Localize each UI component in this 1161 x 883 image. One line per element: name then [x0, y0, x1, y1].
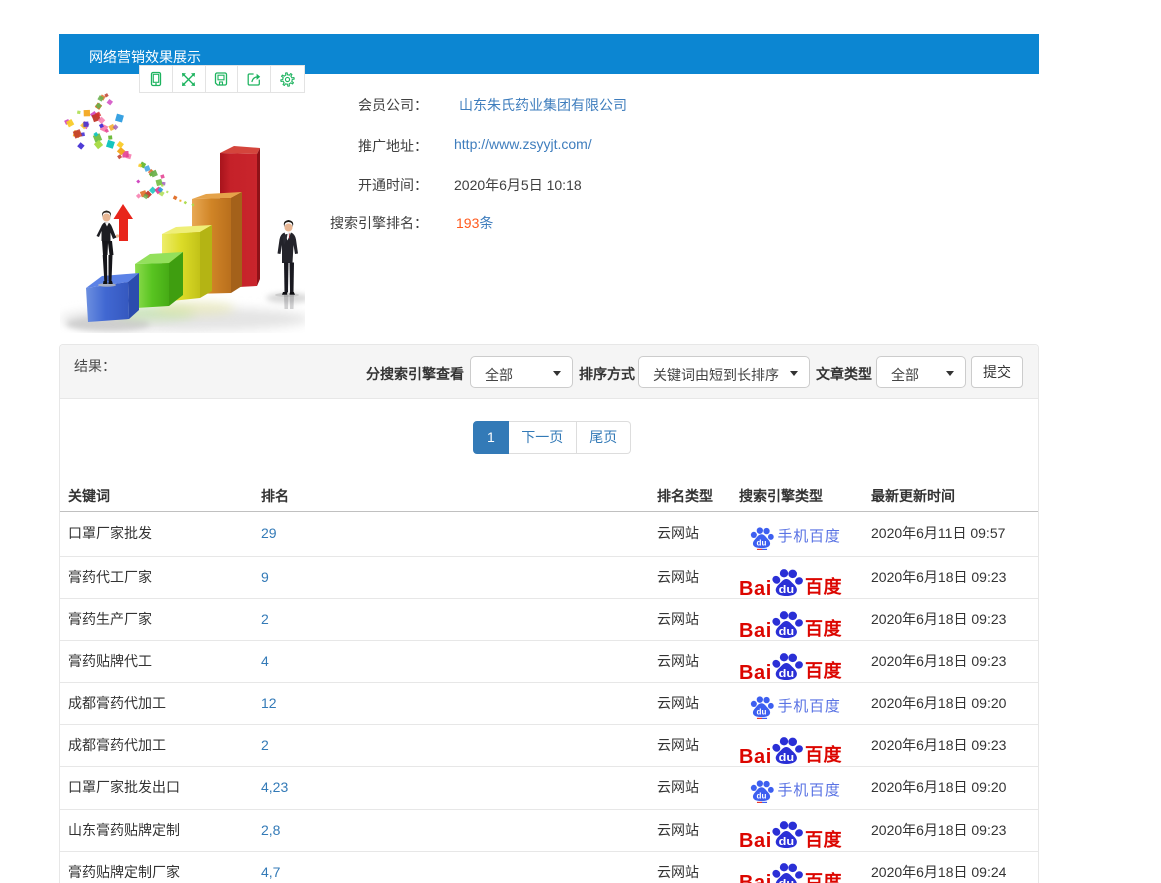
svg-text:du: du [756, 792, 766, 801]
svg-text:du: du [756, 708, 766, 717]
svg-text:du: du [779, 836, 794, 848]
svg-text:du: du [779, 752, 794, 764]
svg-text:du: du [756, 538, 766, 547]
svg-text:du: du [779, 583, 794, 595]
svg-text:du: du [779, 668, 794, 680]
svg-text:du: du [779, 878, 794, 883]
svg-text:du: du [779, 626, 794, 638]
